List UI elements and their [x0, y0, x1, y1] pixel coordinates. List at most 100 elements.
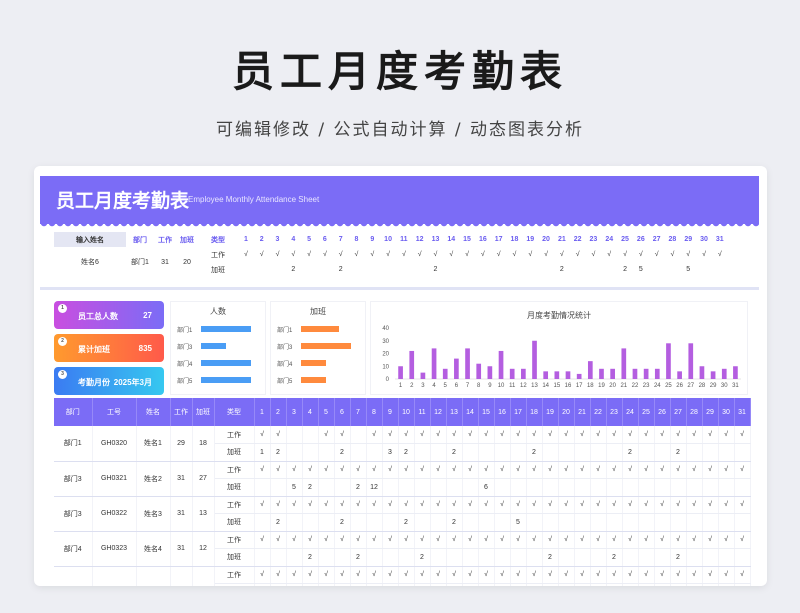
work-mark: √ [590, 496, 607, 514]
work-mark: √ [542, 461, 559, 479]
overtime-mark [430, 583, 447, 586]
employee-id: GH0321 [92, 461, 137, 497]
employee-overtime [192, 566, 215, 586]
work-mark: √ [382, 496, 399, 514]
day-bar [587, 361, 593, 379]
input-overtime-mark: 2 [291, 266, 296, 273]
input-work-mark: √ [307, 251, 311, 258]
work-mark: √ [254, 566, 271, 584]
input-overtime-mark [522, 262, 538, 277]
work-mark: √ [734, 531, 751, 549]
work-mark: √ [382, 426, 399, 444]
work-mark: √ [542, 531, 559, 549]
work-mark: √ [446, 426, 463, 444]
input-day-header: 5 [307, 236, 312, 243]
overtime-mark: 5 [286, 478, 303, 497]
overtime-mark [606, 583, 623, 586]
day-header: 19 [542, 398, 559, 426]
day-bar [721, 368, 727, 379]
work-mark: √ [478, 461, 495, 479]
employee-name: 姓名3 [136, 496, 171, 532]
work-mark: √ [702, 461, 719, 479]
hbar-row: 部门5 [277, 375, 363, 385]
overtime-mark [654, 583, 671, 586]
stat-card: 3 考勤月份 2025年3月 [54, 367, 164, 395]
overtime-mark [318, 443, 335, 462]
input-dept: 部门1 [131, 259, 149, 266]
employee-overtime: 27 [192, 461, 215, 497]
overtime-mark: 3 [382, 443, 399, 462]
input-work-row: 姓名6 部门1 31 20 工作 √ √ √ √ √ √ √ √ √ √ √ √ √ √ √ √ √ √ √ √ √ √ √ √ √ √ √ √… [54, 247, 728, 266]
work-mark: √ [414, 496, 431, 514]
work-mark: √ [430, 566, 447, 584]
employee-work: 31 [170, 496, 193, 532]
work-mark: √ [590, 426, 607, 444]
employee-work-row: 部门3 GH0321 姓名2 31 27 工作 √ √ √ √ √ √ √ √ √ √ √ √ √ √ √ √ √ √ √ √ √ √… [54, 461, 751, 497]
overtime-mark [558, 583, 575, 586]
work-mark: √ [670, 496, 687, 514]
type-work: 工作 [214, 531, 255, 549]
work-mark: √ [462, 461, 479, 479]
monthly-chart-panel: 月度考勤情况统计 0 10 20 30 40 1 2 3 4 5 6 7 8 9 10 11 12 13 14 15 1… [370, 301, 748, 395]
day-header: 30 [718, 398, 735, 426]
employee-work [170, 566, 193, 586]
input-name[interactable]: 姓名6 [54, 247, 126, 277]
work-mark: √ [318, 461, 335, 479]
overtime-mark: 2 [542, 548, 559, 567]
x-tick-label: 30 [721, 383, 728, 389]
work-mark: √ [526, 531, 543, 549]
work-mark: √ [302, 496, 319, 514]
work-mark: √ [462, 426, 479, 444]
work-mark: √ [574, 566, 591, 584]
work-mark: √ [270, 461, 287, 479]
overtime-mark [542, 513, 559, 532]
day-header: 29 [702, 398, 719, 426]
day-bar [431, 348, 437, 379]
day-header: 22 [590, 398, 607, 426]
hbar [301, 377, 326, 383]
stat-value: 835 [138, 344, 152, 353]
input-work-mark: √ [544, 251, 548, 258]
work-mark: √ [542, 426, 559, 444]
input-day-header: 1 [243, 236, 248, 243]
overtime-mark: 5 [510, 513, 527, 532]
work-mark: √ [606, 531, 623, 549]
work-mark: √ [270, 426, 287, 444]
overtime-mark [526, 548, 543, 567]
overtime-mark [686, 443, 703, 462]
work-mark: √ [606, 461, 623, 479]
day-bar [699, 366, 705, 379]
work-mark: √ [638, 461, 655, 479]
day-bar [576, 373, 582, 379]
x-tick-label: 10 [498, 383, 505, 389]
x-tick-label: 23 [643, 383, 650, 389]
banner-title: 员工月度考勤表 [56, 190, 190, 212]
day-header: 15 [478, 398, 495, 426]
work-mark: √ [606, 566, 623, 584]
input-overtime-mark [270, 262, 286, 277]
work-mark: √ [382, 531, 399, 549]
overtime-mark [366, 443, 383, 462]
hbar-row: 部门5 [177, 375, 263, 385]
overtime-mark [334, 548, 351, 567]
y-tick-label: 20 [382, 352, 389, 358]
input-day-header: 17 [494, 236, 503, 243]
overtime-mark [350, 443, 367, 462]
day-bar [610, 368, 615, 379]
overtime-mark [302, 443, 319, 462]
input-overtime-mark [301, 262, 317, 277]
input-overtime-mark: 2 [433, 266, 438, 273]
employee-overtime: 18 [192, 426, 215, 462]
work-mark: √ [718, 531, 735, 549]
overtime-mark: 2 [670, 548, 687, 567]
work-mark: √ [638, 531, 655, 549]
employee-dept: 部门4 [54, 531, 93, 567]
day-bar [509, 368, 515, 379]
overtime-mark [478, 548, 495, 567]
input-day-header: 7 [338, 236, 343, 243]
work-mark: √ [462, 496, 479, 514]
day-header: 5 [318, 398, 335, 426]
day-header: 23 [606, 398, 623, 426]
overtime-mark [510, 548, 527, 567]
y-tick-label: 40 [382, 326, 389, 332]
